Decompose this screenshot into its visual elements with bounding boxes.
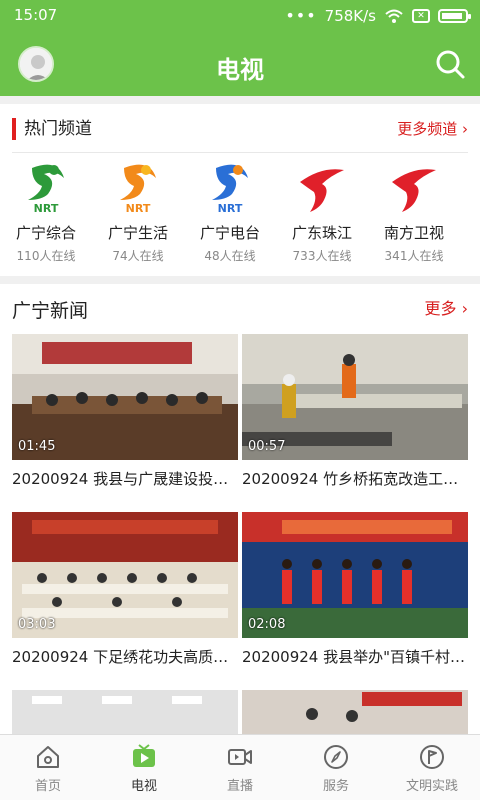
more-channels-label: 更多频道	[397, 120, 458, 138]
status-icons: ••• 758K/s ✕	[285, 6, 471, 25]
nrt-green-logo-icon: NRT	[28, 164, 64, 215]
more-news-link[interactable]: 更多 ›	[424, 298, 468, 320]
video-thumbnail[interactable]: 00:57	[242, 334, 468, 460]
news-card[interactable]: 00:57 20200924 竹乡桥拓宽改造工程建设中	[242, 334, 468, 489]
more-news-label: 更多	[424, 299, 457, 318]
news-card[interactable]: 02:08 20200924 我县举办"百镇千村"活动	[242, 512, 468, 667]
battery-icon	[438, 8, 471, 23]
nrt-blue-logo-icon: NRT	[212, 164, 248, 215]
channel-name: 广宁电台	[199, 224, 260, 242]
svg-text:NRT: NRT	[34, 202, 59, 215]
video-camera-icon	[228, 749, 252, 765]
tab-label: 首页	[34, 779, 61, 794]
tab-label: 电视	[130, 779, 157, 794]
compass-icon	[324, 745, 348, 769]
section-title: 广宁新闻	[12, 300, 89, 322]
channel-name: 广宁生活	[107, 224, 168, 242]
event-image	[242, 690, 468, 734]
news-caption: 20200924 我县与广晟建设投资集团签约	[12, 470, 238, 488]
channel-item[interactable]: 南方卫视 341人在线	[368, 160, 460, 272]
section-title: 热门频道	[12, 118, 92, 140]
wifi-icon	[385, 9, 403, 23]
nrt-orange-logo-icon: NRT	[120, 164, 156, 215]
tab-tv[interactable]: 电视	[96, 735, 192, 800]
top-bar: 15:07 ••• 758K/s ✕ 电视	[0, 0, 480, 96]
channel-name: 广东珠江	[291, 224, 352, 242]
channel-item[interactable]: NRT 广宁生活 74人在线	[92, 160, 184, 272]
tab-civilization[interactable]: 文明实践	[384, 735, 480, 800]
network-speed: 758K/s	[324, 6, 376, 25]
tab-label: 直播	[226, 779, 253, 794]
video-duration: 02:08	[248, 617, 286, 632]
tab-live[interactable]: 直播	[192, 735, 288, 800]
channel-item[interactable]: NRT 广宁电台 48人在线	[184, 160, 276, 272]
video-thumbnail[interactable]	[242, 690, 468, 734]
news-card[interactable]: 03:03 20200924 下足绣花功夫高质量推进	[12, 512, 238, 667]
online-count: 74人在线	[112, 249, 164, 263]
online-count: 110人在线	[16, 249, 76, 263]
gdtv-red-logo-icon	[392, 169, 436, 212]
office-image	[12, 690, 238, 734]
channel-item[interactable]: NRT 广宁综合 110人在线	[0, 160, 92, 272]
sim-off-icon: ✕	[412, 8, 430, 23]
page-title: 电视	[216, 56, 264, 84]
hot-channels-section: 热门频道 更多频道 › NRT 广宁综合 110人在线 NRT 广宁生活 74人…	[0, 104, 480, 276]
news-card[interactable]: 01:45 20200924 我县与广晟建设投资集团签约	[12, 334, 238, 489]
svg-text:NRT: NRT	[218, 202, 243, 215]
news-caption: 20200924 下足绣花功夫高质量推进	[12, 648, 238, 666]
video-duration: 03:03	[18, 617, 56, 632]
video-thumbnail[interactable]: 02:08	[242, 512, 468, 638]
news-caption: 20200924 我县举办"百镇千村"活动	[242, 648, 468, 666]
video-thumbnail[interactable]: 01:45	[12, 334, 238, 460]
more-dots-icon: •••	[285, 6, 317, 25]
channel-list: NRT 广宁综合 110人在线 NRT 广宁生活 74人在线 NRT 广宁电台 …	[0, 160, 480, 272]
divider	[12, 152, 468, 153]
video-thumbnail[interactable]: 03:03	[12, 512, 238, 638]
search-icon[interactable]	[434, 48, 466, 80]
chevron-right-icon: ›	[462, 120, 468, 138]
video-duration: 00:57	[248, 439, 286, 454]
online-count: 48人在线	[204, 249, 256, 263]
video-duration: 01:45	[18, 439, 56, 454]
more-channels-link[interactable]: 更多频道 ›	[397, 118, 468, 140]
gdtv-red-logo-icon	[300, 169, 344, 212]
tab-label: 服务	[322, 779, 349, 794]
news-section: 广宁新闻 更多 › 01:45 20200924 我县与广晟建设投资集团签约	[0, 284, 480, 734]
news-card[interactable]	[12, 690, 238, 734]
chevron-right-icon: ›	[461, 299, 468, 318]
channel-name: 广宁综合	[15, 224, 76, 242]
status-bar: 15:07 ••• 758K/s ✕	[0, 0, 480, 30]
flag-circle-icon	[420, 745, 444, 769]
video-thumbnail[interactable]	[12, 690, 238, 734]
tab-service[interactable]: 服务	[288, 735, 384, 800]
online-count: 733人在线	[292, 249, 352, 263]
tab-home[interactable]: 首页	[0, 735, 96, 800]
news-caption: 20200924 竹乡桥拓宽改造工程建设中	[242, 470, 468, 488]
news-card[interactable]	[242, 690, 468, 734]
channel-item[interactable]: 广东珠江 733人在线	[276, 160, 368, 272]
online-count: 341人在线	[384, 249, 444, 263]
home-icon	[37, 746, 59, 768]
bottom-nav: 首页 电视 直播 服务 文明实践	[0, 734, 480, 800]
status-time: 15:07	[14, 6, 58, 24]
channel-name: 南方卫视	[383, 224, 444, 242]
svg-text:NRT: NRT	[126, 202, 151, 215]
tab-label: 文明实践	[405, 779, 458, 794]
tv-play-icon	[133, 744, 155, 767]
